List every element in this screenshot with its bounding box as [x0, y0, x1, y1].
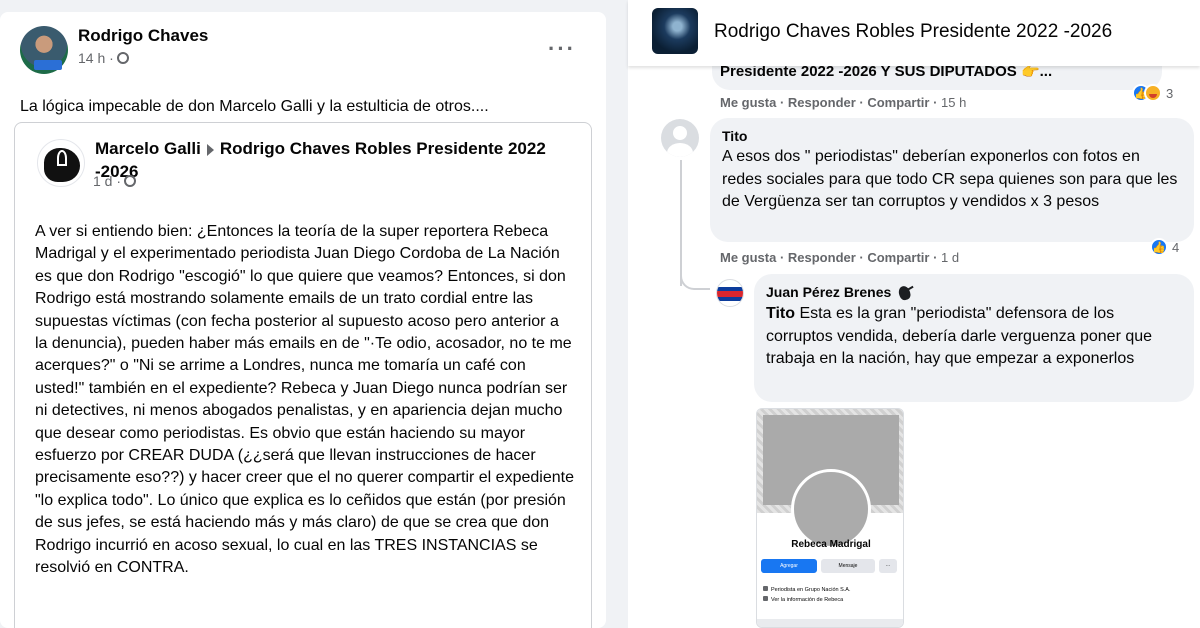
- post-time[interactable]: 14 h ·: [78, 50, 114, 66]
- reply-text: Tito Esta es la gran "periodista" defens…: [766, 303, 1182, 371]
- profile-info-link: Ver la información de Rebeca: [771, 597, 844, 603]
- avatar-head: [673, 126, 687, 140]
- info-icon: [763, 596, 768, 601]
- avatar-body: [667, 143, 693, 157]
- globe-icon: [116, 52, 129, 64]
- shared-author-avatar[interactable]: [37, 139, 85, 187]
- comment-actions[interactable]: Me gusta · Responder · Compartir · 1 d: [720, 250, 959, 265]
- group-header: Rodrigo Chaves Robles Presidente 2022 -2…: [628, 0, 1200, 66]
- shared-meta: 1 d ·: [93, 173, 137, 189]
- profile-name: Rebeca Madrigal: [791, 539, 871, 550]
- post-meta: 14 h ·: [78, 50, 208, 66]
- comment-bubble: Tito A esos dos " periodistas" deberían …: [710, 118, 1194, 242]
- message-button: Mensaje: [821, 559, 875, 573]
- shared-author[interactable]: Marcelo Galli: [95, 139, 201, 158]
- more-options-icon[interactable]: ···: [548, 36, 576, 62]
- comment-time[interactable]: 1 d: [941, 250, 959, 265]
- author-avatar[interactable]: [20, 26, 68, 74]
- like-reaction-icon: 👍: [1150, 238, 1168, 256]
- ribbon-icon: [57, 150, 67, 166]
- profile-work-row: Periodista en Grupo Nación S.A.: [763, 585, 903, 595]
- comment-text: A esos dos " periodistas" deberían expon…: [722, 148, 1178, 210]
- reaction-count: 3: [1166, 85, 1174, 101]
- profile-bottom-strip: [757, 619, 903, 627]
- reply-avatar[interactable]: [716, 279, 744, 307]
- shared-post[interactable]: Marcelo Galli Rodrigo Chaves Robles Presi…: [14, 122, 592, 628]
- haha-reaction-icon: [1144, 84, 1162, 102]
- caret-right-icon: [206, 143, 214, 156]
- post-text: La lógica impecable de don Marcelo Galli…: [20, 98, 489, 115]
- attached-image[interactable]: Rebeca Madrigal Agregar Mensaje ··· Peri…: [756, 408, 904, 628]
- shared-time[interactable]: 1 d ·: [93, 173, 121, 189]
- add-friend-button: Agregar: [761, 559, 817, 573]
- comment-actions[interactable]: Me gusta · Responder · Compartir · 15 h: [720, 95, 966, 110]
- work-icon: [763, 586, 768, 591]
- shared-title: Marcelo Galli Rodrigo Chaves Robles Presi…: [95, 137, 565, 183]
- more-button: ···: [879, 559, 897, 573]
- comment-actions-label[interactable]: Me gusta · Responder · Compartir ·: [720, 95, 937, 110]
- mention-link[interactable]: Tito: [766, 305, 795, 322]
- group-avatar[interactable]: [652, 8, 698, 54]
- reply-bubble: Juan Pérez Brenes Tito Esta es la gran "…: [754, 274, 1194, 402]
- commenter-avatar[interactable]: [661, 119, 699, 157]
- thread-connector: [680, 262, 710, 290]
- profile-info: Periodista en Grupo Nación S.A. Ver la i…: [763, 585, 903, 605]
- comment-reactions[interactable]: 👍 3: [1132, 84, 1173, 102]
- post-author[interactable]: Rodrigo Chaves: [78, 26, 208, 46]
- reply-body: Esta es la gran "periodista" defensora d…: [766, 305, 1153, 368]
- post-card: Rodrigo Chaves 14 h · ··· La lógica impe…: [0, 12, 606, 628]
- reply-author[interactable]: Juan Pérez Brenes: [766, 284, 891, 300]
- profile-photo: [791, 469, 871, 549]
- comment-reactions[interactable]: 👍 4: [1150, 238, 1179, 256]
- reaction-count: 4: [1172, 239, 1180, 255]
- profile-info-row: Ver la información de Rebeca: [763, 595, 903, 605]
- profile-buttons: Agregar Mensaje ···: [761, 559, 897, 573]
- profile-work: Periodista en Grupo Nación S.A.: [771, 587, 851, 593]
- top-fan-badge-icon: [897, 285, 915, 301]
- comment-time[interactable]: 15 h: [941, 95, 966, 110]
- group-name[interactable]: Rodrigo Chaves Robles Presidente 2022 -2…: [714, 21, 1112, 43]
- reply-author-row: Juan Pérez Brenes: [766, 284, 1182, 301]
- post-header: Rodrigo Chaves 14 h ·: [20, 26, 208, 74]
- commenter-name[interactable]: Tito: [722, 128, 1182, 144]
- comment-actions-label[interactable]: Me gusta · Responder · Compartir ·: [720, 250, 937, 265]
- avatar-badge: [34, 60, 62, 70]
- shared-body: A ver si entiendo bien: ¿Entonces la teo…: [35, 223, 574, 577]
- flag-stripe: [717, 297, 743, 301]
- globe-icon: [124, 175, 137, 187]
